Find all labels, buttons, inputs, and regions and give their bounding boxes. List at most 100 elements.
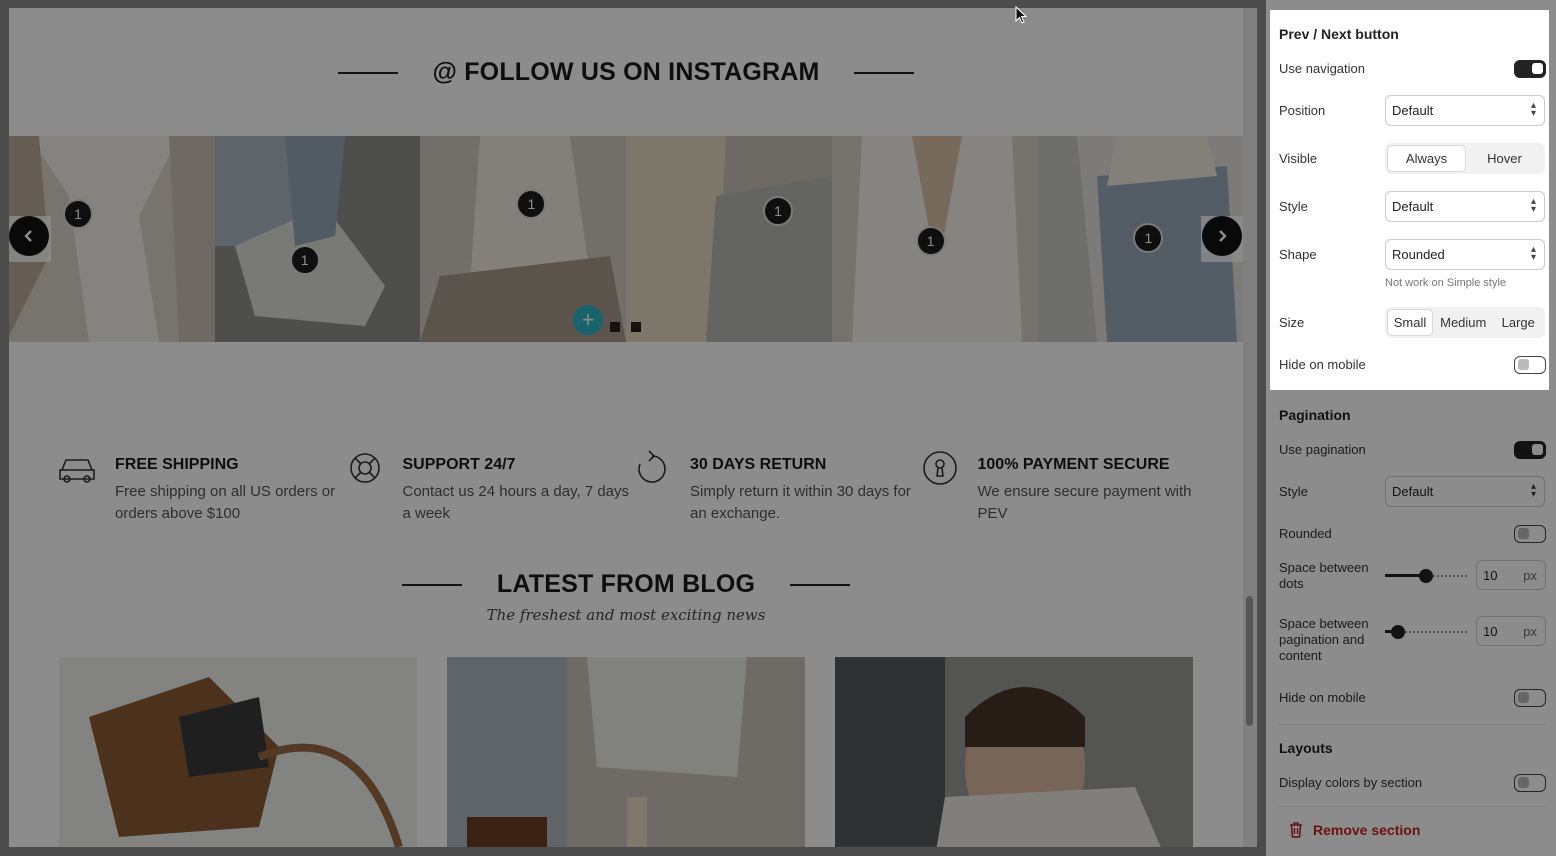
trash-icon (1290, 822, 1302, 838)
feature-text: We ensure secure payment with PEV (977, 483, 1192, 522)
feature-title: FREE SHIPPING (115, 456, 239, 473)
toggle-knob (1532, 63, 1543, 74)
feature-item: 100% PAYMENT SECURE We ensure secure pay… (920, 448, 1208, 525)
blog-heading-text: LATEST FROM BLOG (496, 570, 756, 598)
carousel-prev-button[interactable] (9, 216, 49, 256)
space-dots-slider[interactable] (1385, 566, 1467, 586)
nav-style-value: Default (1392, 199, 1434, 214)
remove-section-button[interactable]: Remove section (1289, 822, 1420, 838)
unit-label: px (1523, 568, 1537, 583)
instagram-heading: @ FOLLOW US ON INSTAGRAM (9, 58, 1243, 87)
nav-hide-mobile-toggle[interactable] (1514, 356, 1546, 374)
feature-title: SUPPORT 24/7 (402, 456, 516, 473)
shape-select[interactable]: Rounded ▴ ▾ (1385, 239, 1545, 270)
section-divider (1279, 806, 1545, 807)
shape-label: Shape (1279, 247, 1317, 262)
layouts-title: Layouts (1279, 740, 1333, 756)
toggle-knob (1518, 777, 1529, 788)
nav-style-select[interactable]: Default ▴ ▾ (1385, 191, 1545, 222)
size-option-medium[interactable]: Medium (1433, 309, 1494, 336)
visible-option-always[interactable]: Always (1387, 145, 1466, 172)
space-dots-label: Space between dots (1279, 560, 1369, 591)
visible-label: Visible (1279, 151, 1318, 166)
carousel-next-button[interactable] (1202, 216, 1242, 256)
pagination-style-select[interactable]: Default ▴ ▾ (1385, 476, 1545, 507)
toggle-knob (1518, 528, 1529, 539)
heading-rule-right (853, 71, 914, 74)
blog-heading: LATEST FROM BLOG (9, 570, 1243, 599)
shape-value: Rounded (1392, 247, 1445, 262)
product-hotspot[interactable]: 1 (63, 199, 93, 229)
blog-card-image[interactable] (447, 657, 805, 847)
blog-cards (59, 657, 1193, 847)
sidebar-overlay-right (1549, 10, 1556, 390)
pagination-style-value: Default (1392, 484, 1434, 499)
remove-section-label: Remove section (1313, 822, 1421, 838)
keyhole-icon (920, 448, 978, 488)
slider-thumb[interactable] (1391, 625, 1405, 639)
toggle-knob (1518, 692, 1529, 703)
space-dots-value: 10 (1483, 568, 1498, 583)
select-chevron-icon: ▴ ▾ (1530, 244, 1536, 263)
preview-scrollbar-thumb[interactable] (1246, 596, 1253, 726)
instagram-heading-text: @ FOLLOW US ON INSTAGRAM (432, 58, 820, 86)
store-preview: @ FOLLOW US ON INSTAGRAM 1 1 1 1 1 1 + F… (9, 8, 1243, 847)
visible-option-hover[interactable]: Hover (1466, 145, 1543, 172)
heading-rule-right (789, 583, 850, 586)
size-option-large[interactable]: Large (1494, 309, 1544, 336)
feature-title: 30 DAYS RETURN (690, 456, 827, 473)
use-navigation-toggle[interactable] (1514, 60, 1546, 78)
settings-sidebar (1266, 0, 1556, 856)
sidebar-overlay-top (1266, 0, 1556, 10)
pagination-hide-mobile-toggle[interactable] (1514, 689, 1546, 707)
section-divider (1279, 724, 1545, 725)
heading-rule-left (402, 583, 463, 586)
space-content-slider[interactable] (1385, 622, 1467, 642)
instagram-image[interactable]: 1 (626, 136, 832, 342)
instagram-carousel[interactable]: 1 1 1 1 1 1 (9, 136, 1243, 342)
pagination-title: Pagination (1279, 407, 1351, 423)
add-block-button[interactable]: + (573, 305, 603, 335)
instagram-image[interactable]: 1 (831, 136, 1038, 342)
toggle-knob (1518, 359, 1529, 370)
position-value: Default (1392, 103, 1434, 118)
blog-card-image[interactable] (59, 657, 417, 847)
product-hotspot[interactable]: 1 (289, 245, 320, 275)
pagination-dot[interactable] (631, 322, 641, 332)
display-colors-label: Display colors by section (1279, 775, 1423, 790)
nav-hide-mobile-label: Hide on mobile (1279, 357, 1366, 372)
heading-rule-left (338, 71, 399, 74)
features-row: FREE SHIPPING Free shipping on all US or… (57, 448, 1207, 525)
instagram-image[interactable]: 1 (214, 136, 421, 342)
feature-item: 30 DAYS RETURN Simply return it within 3… (632, 448, 920, 525)
toggle-knob (1532, 444, 1543, 455)
space-content-label: Space between pagination and content (1279, 616, 1369, 663)
pagination-dot[interactable] (610, 322, 620, 332)
refresh-icon (632, 448, 690, 488)
blog-card-image[interactable] (835, 657, 1193, 847)
product-hotspot[interactable]: 1 (763, 196, 794, 226)
select-chevron-icon: ▴ ▾ (1530, 196, 1536, 215)
display-colors-toggle[interactable] (1514, 774, 1546, 792)
prev-next-title: Prev / Next button (1279, 26, 1399, 42)
feature-item: FREE SHIPPING Free shipping on all US or… (57, 448, 345, 525)
position-select[interactable]: Default ▴ ▾ (1385, 95, 1545, 126)
space-content-input[interactable]: 10 px (1476, 616, 1546, 646)
use-pagination-toggle[interactable] (1514, 441, 1546, 459)
chevron-left-icon (24, 230, 32, 242)
select-chevron-icon: ▴ ▾ (1530, 481, 1536, 500)
space-dots-input[interactable]: 10 px (1476, 560, 1546, 590)
rounded-toggle[interactable] (1514, 525, 1546, 543)
pagination-style-label: Style (1279, 484, 1308, 499)
space-content-value: 10 (1483, 624, 1498, 639)
shape-note: Not work on Simple style (1385, 277, 1507, 289)
sidebar-overlay-left (1266, 10, 1270, 390)
car-icon (57, 448, 115, 488)
slider-thumb[interactable] (1419, 569, 1433, 583)
unit-label: px (1523, 624, 1537, 639)
product-hotspot[interactable]: 1 (915, 226, 946, 256)
rounded-label: Rounded (1279, 526, 1332, 541)
feature-item: SUPPORT 24/7 Contact us 24 hours a day, … (345, 448, 633, 525)
feature-text: Free shipping on all US orders or orders… (115, 483, 336, 522)
size-option-small[interactable]: Small (1387, 309, 1433, 336)
